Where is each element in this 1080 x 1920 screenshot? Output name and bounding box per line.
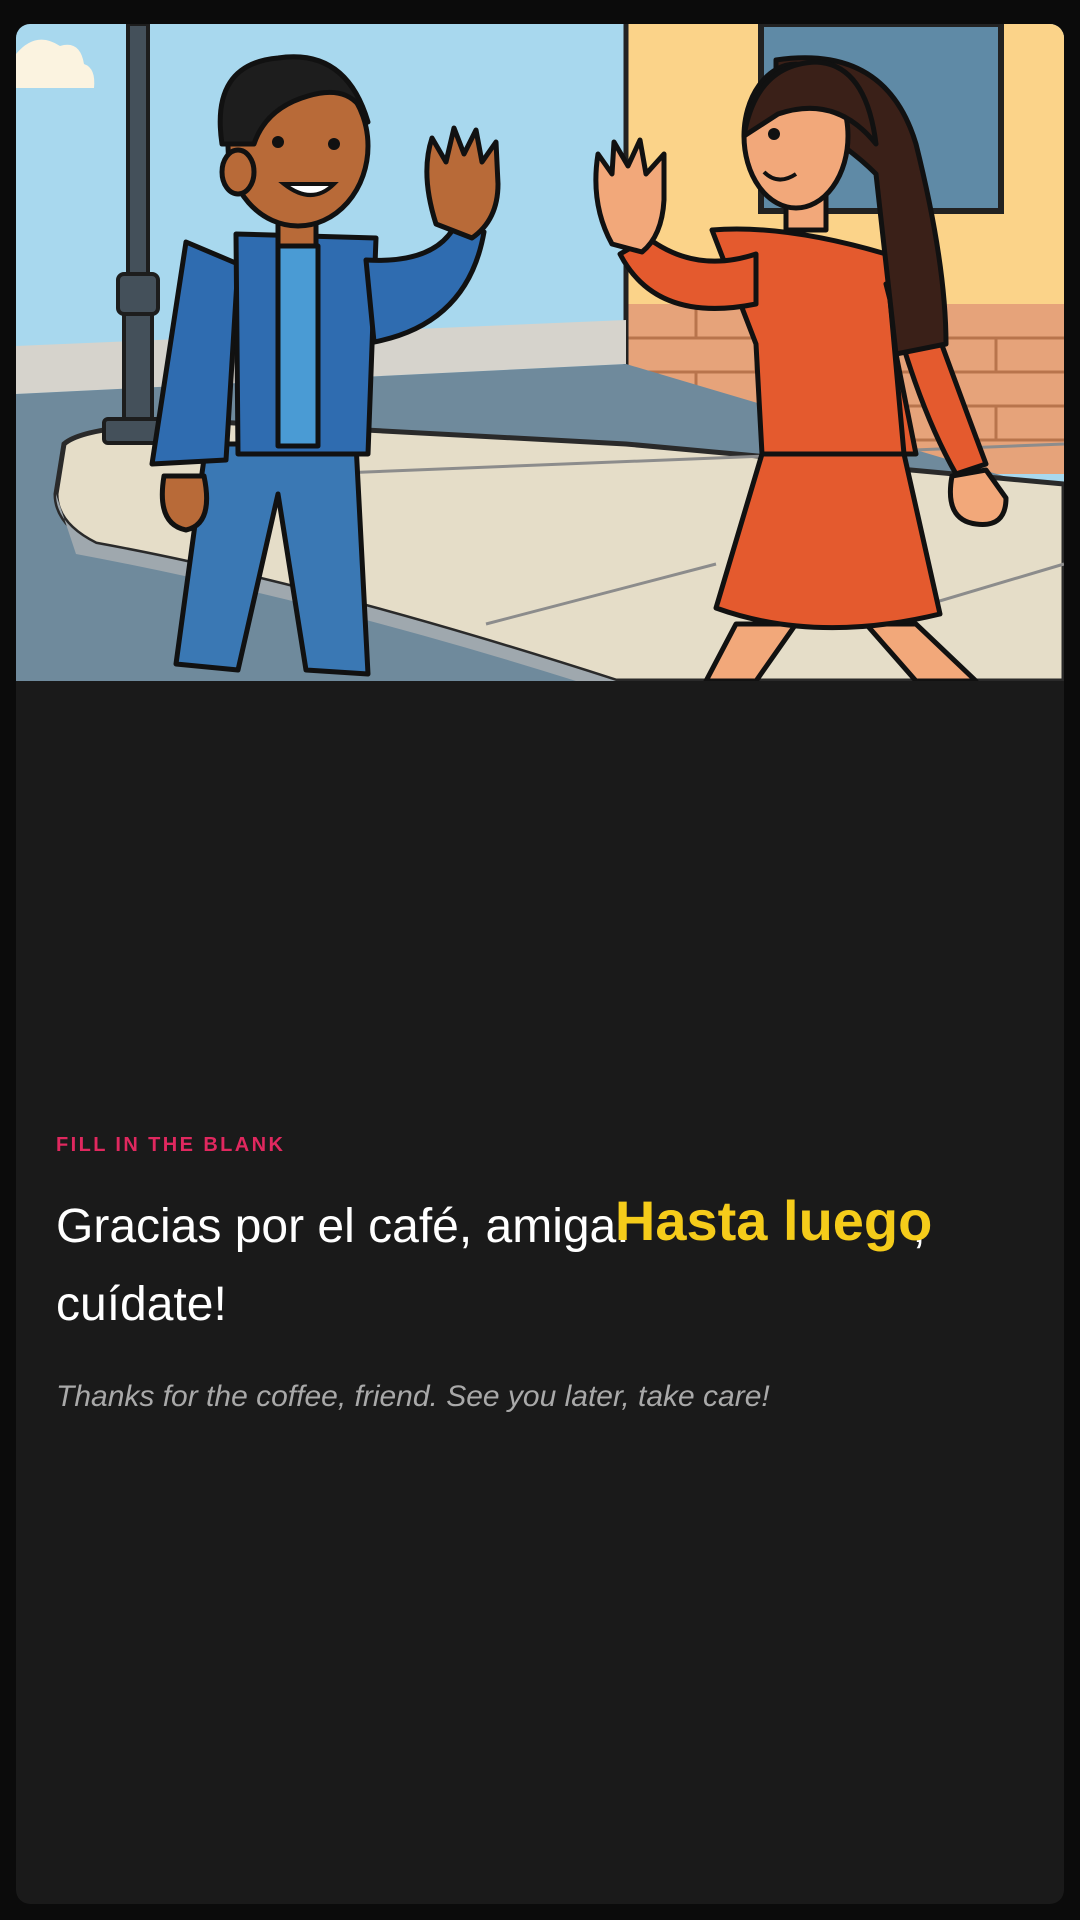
translation-text: Thanks for the coffee, friend. See you l…: [56, 1380, 770, 1413]
exercise-type-label: FILL IN THE BLANK: [56, 1134, 286, 1156]
sentence-before: Gracias por el café, amiga.: [56, 1200, 643, 1253]
illustration-image: [16, 24, 1064, 681]
exercise-card: FILL IN THE BLANK Gracias por el café, a…: [16, 24, 1064, 1904]
exercise-sentence: Gracias por el café, amiga. Hasta luego,…: [56, 1184, 1016, 1344]
blank-answer[interactable]: Hasta luego: [615, 1189, 932, 1252]
